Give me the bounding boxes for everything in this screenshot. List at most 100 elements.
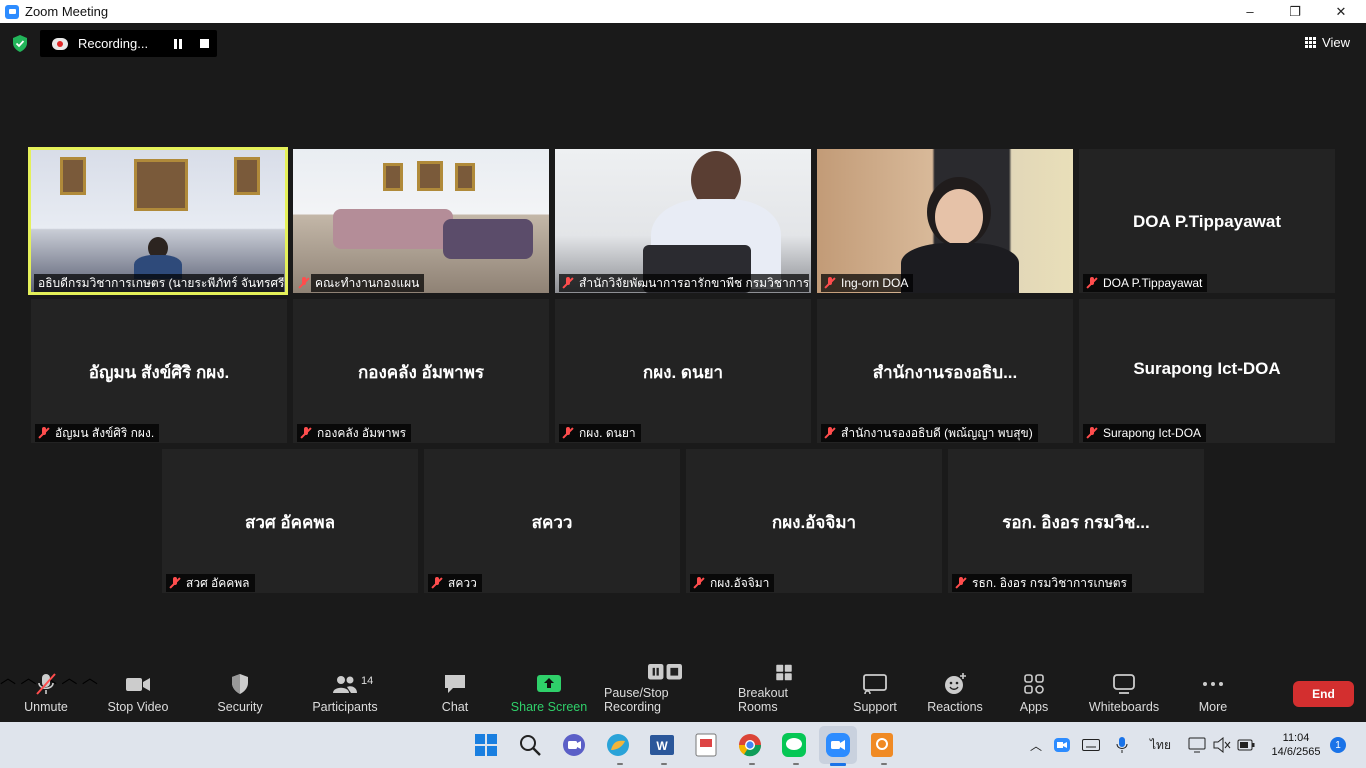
- video-tile[interactable]: กองคลัง อัมพาพร กองคลัง อัมพาพร: [293, 299, 549, 443]
- portrait-frame: [383, 163, 403, 191]
- minimize-button[interactable]: –: [1227, 0, 1273, 23]
- participant-display-name: สวศ อัคคพล: [244, 513, 335, 532]
- show-hidden-icons-chevron[interactable]: ︿: [1030, 722, 1042, 768]
- chat-label: Chat: [441, 700, 469, 714]
- video-tile[interactable]: คณะทำงานกองแผน: [293, 149, 549, 293]
- video-tile[interactable]: กผง. ดนยา กผง. ดนยา: [555, 299, 811, 443]
- app-running-indicator: [661, 763, 667, 765]
- video-tile[interactable]: สำนักงานรองอธิบ... สำนักงานรองอธิบดี (พณ…: [817, 299, 1073, 443]
- share-options-caret[interactable]: ︿: [82, 670, 98, 687]
- unmute-label: Unmute: [24, 700, 68, 714]
- input-language[interactable]: ไทย: [1150, 722, 1171, 768]
- chat-bubble-icon: [445, 675, 465, 693]
- participant-display-name: Surapong Ict-DOA: [1133, 359, 1281, 378]
- share-screen-button[interactable]: Share Screen: [510, 664, 588, 722]
- keyboard-icon[interactable]: [1082, 739, 1100, 751]
- stop-video-button[interactable]: Stop Video: [104, 664, 172, 722]
- chat-button[interactable]: Chat: [428, 664, 482, 722]
- video-tile[interactable]: Surapong Ict-DOA Surapong Ict-DOA: [1079, 299, 1335, 443]
- word-icon[interactable]: W: [649, 732, 675, 758]
- support-label: Support: [853, 700, 897, 714]
- view-button[interactable]: View: [1305, 35, 1350, 50]
- muted-mic-icon: [825, 277, 835, 289]
- video-tile-active-speaker[interactable]: อธิบดีกรมวิชาการเกษตร (นายระพีภัทร์ จันท…: [28, 147, 288, 295]
- stop-recording-icon[interactable]: [200, 39, 209, 48]
- teams-chat-icon[interactable]: [561, 732, 587, 758]
- participant-name-label: รธก. อิงอร กรมวิชาการเกษตร: [952, 574, 1132, 592]
- pdf-app-icon[interactable]: [869, 732, 895, 758]
- emoji-reaction-icon: [945, 673, 966, 694]
- photos-app-icon[interactable]: [605, 732, 631, 758]
- security-shield-icon[interactable]: [12, 35, 28, 52]
- portrait-frame: [60, 157, 86, 195]
- participants-label: Participants: [312, 700, 378, 714]
- share-screen-icon: [537, 675, 561, 692]
- grid-icon: [1305, 37, 1317, 48]
- muted-mic-icon: [299, 277, 309, 289]
- participant-display-name: กผง. ดนยา: [642, 363, 724, 382]
- muted-mic-icon: [563, 277, 573, 289]
- muted-mic-icon: [1087, 277, 1097, 289]
- muted-microphone-icon: [36, 673, 56, 695]
- muted-mic-icon: [956, 577, 966, 589]
- speaker-muted-icon[interactable]: [1213, 737, 1231, 753]
- recording-controls-icon: [648, 664, 682, 680]
- audio-options-caret[interactable]: ︿: [0, 670, 16, 687]
- unmute-button[interactable]: Unmute: [16, 664, 76, 722]
- windows-start-icon[interactable]: [473, 732, 499, 758]
- apps-button[interactable]: Apps: [1012, 664, 1056, 722]
- app-running-indicator: [617, 763, 623, 765]
- video-tile[interactable]: สำนักวิจัยพัฒนาการอารักขาพืช กรมวิชาการ.…: [555, 149, 811, 293]
- participant-name-label: สำนักงานรองอธิบดี (พณ้ญญา พบสุข): [821, 424, 1038, 442]
- clock-time: 11:04: [1282, 732, 1310, 744]
- participant-name-label: อธิบดีกรมวิชาการเกษตร (นายระพีภัทร์ จันท…: [34, 274, 284, 292]
- end-meeting-button[interactable]: End: [1293, 681, 1354, 707]
- reactions-button[interactable]: Reactions: [924, 664, 986, 722]
- reactions-label: Reactions: [927, 700, 983, 714]
- line-app-icon[interactable]: [781, 732, 807, 758]
- participant-display-name: กผง.อัจจิมา: [771, 513, 857, 532]
- muted-mic-icon: [301, 427, 311, 439]
- document-viewer-icon[interactable]: [693, 732, 719, 758]
- more-button[interactable]: More: [1190, 664, 1236, 722]
- battery-icon[interactable]: [1237, 738, 1255, 752]
- apps-icon: [1024, 674, 1044, 694]
- participant-name-label: DOA P.Tippayawat: [1083, 274, 1208, 292]
- participant-name-label: สำนักวิจัยพัฒนาการอารักขาพืช กรมวิชาการ.…: [559, 274, 809, 292]
- participants-button[interactable]: Participants: [310, 664, 380, 722]
- zoom-icon[interactable]: [825, 732, 851, 758]
- whiteboards-button[interactable]: Whiteboards: [1084, 664, 1164, 722]
- windows-taskbar: W ︿ ไทย: [0, 722, 1366, 768]
- taskbar-clock[interactable]: 11:04 14/6/2565: [1268, 731, 1324, 759]
- maximize-button[interactable]: ❐: [1272, 0, 1318, 23]
- participant-display-name: รอก. อิงอร กรมวิช...: [1002, 513, 1150, 532]
- muted-mic-icon: [694, 577, 704, 589]
- search-icon[interactable]: [517, 732, 543, 758]
- participant-name-label: สควว: [428, 574, 482, 592]
- video-tile[interactable]: อัญมน สังข์ศิริ กผง. อัญมน สังข์ศิริ กผง…: [31, 299, 287, 443]
- video-tile[interactable]: รอก. อิงอร กรมวิช... รธก. อิงอร กรมวิชาก…: [948, 449, 1204, 593]
- portrait-frame: [234, 157, 260, 195]
- microphone-tray-icon[interactable]: [1115, 736, 1129, 754]
- video-tile[interactable]: สวศ อัคคพล สวศ อัคคพล: [162, 449, 418, 593]
- video-tile[interactable]: DOA P.Tippayawat DOA P.Tippayawat: [1079, 149, 1335, 293]
- notification-badge[interactable]: 1: [1330, 737, 1346, 753]
- muted-mic-icon: [432, 577, 442, 589]
- security-button[interactable]: Security: [212, 664, 268, 722]
- recording-icon: [52, 37, 68, 50]
- chrome-icon[interactable]: [737, 732, 763, 758]
- zoom-tray-icon[interactable]: [1054, 738, 1070, 752]
- network-icon[interactable]: [1188, 737, 1206, 753]
- more-label: More: [1198, 700, 1228, 714]
- video-tile[interactable]: สควว สควว: [424, 449, 680, 593]
- breakout-rooms-button[interactable]: Breakout Rooms: [738, 664, 830, 722]
- video-tile[interactable]: กผง.อัจจิมา กผง.อัจจิมา: [686, 449, 942, 593]
- participant-figure: [901, 243, 1019, 293]
- breakout-rooms-label: Breakout Rooms: [738, 686, 789, 714]
- pause-recording-icon[interactable]: [173, 39, 183, 49]
- close-button[interactable]: ✕: [1318, 0, 1364, 23]
- shield-icon: [232, 674, 248, 694]
- pause-stop-recording-button[interactable]: Pause/Stop Recording: [604, 664, 726, 722]
- support-button[interactable]: Support: [848, 664, 902, 722]
- video-tile[interactable]: Ing-orn DOA: [817, 149, 1073, 293]
